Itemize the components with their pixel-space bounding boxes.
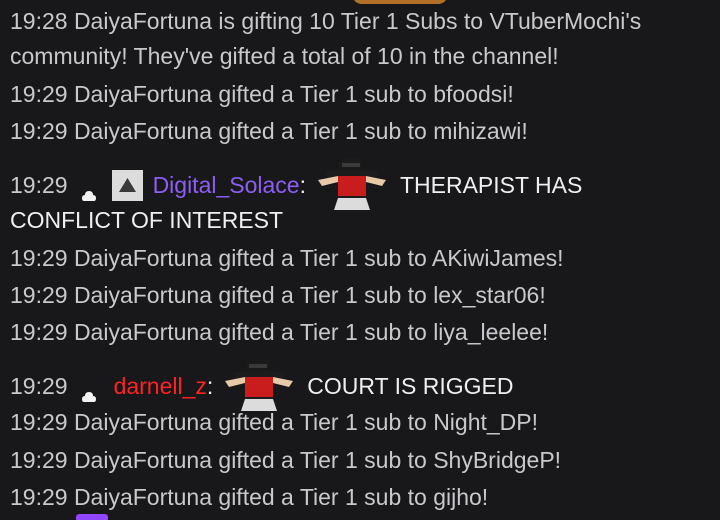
system-message: 19:29 DaiyaFortuna gifted a Tier 1 sub t… [10, 81, 514, 107]
username-digital-solace[interactable]: Digital_Solace [153, 172, 300, 198]
bits-badge-icon[interactable] [81, 180, 96, 201]
emote-icon[interactable] [312, 158, 392, 210]
chat-message: 19:29 darnell_z: COURT IS RIGGED [10, 359, 712, 414]
subscriber-badge-icon[interactable] [111, 169, 143, 201]
system-message: 19:29 DaiyaFortuna gifted a Tier 1 sub t… [10, 245, 564, 271]
timestamp: 19:29 [10, 373, 68, 400]
chat-log[interactable]: 19:28 DaiyaFortuna is gifting 10 Tier 1 … [0, 0, 720, 520]
system-message: 19:29 DaiyaFortuna gifted a Tier 1 sub t… [10, 118, 528, 144]
username-darnell-z[interactable]: darnell_z [114, 373, 207, 399]
message-text-continuation: CONFLICT OF INTEREST [10, 207, 284, 233]
badge-fragment [76, 514, 108, 520]
message-text: THERAPIST HAS [399, 172, 583, 199]
timestamp: 19:29 [10, 172, 68, 199]
colon: : [299, 172, 306, 199]
message-text: COURT IS RIGGED [307, 373, 514, 400]
system-message: 19:29 DaiyaFortuna gifted a Tier 1 sub t… [10, 319, 549, 345]
system-message: 19:29 DaiyaFortuna gifted a Tier 1 sub t… [10, 447, 562, 473]
emote-icon[interactable] [219, 359, 299, 411]
system-message: 19:29 DaiyaFortuna gifted a Tier 1 sub t… [10, 282, 546, 308]
bits-badge-icon[interactable] [81, 381, 96, 402]
system-message: 19:29 DaiyaFortuna gifted a Tier 1 sub t… [10, 484, 489, 510]
system-message: community! They've gifted a total of 10 … [10, 43, 559, 69]
system-message: 19:28 DaiyaFortuna is gifting 10 Tier 1 … [10, 8, 642, 34]
colon: : [206, 373, 214, 400]
system-message: 19:29 DaiyaFortuna gifted a Tier 1 sub t… [10, 409, 539, 435]
emote-fragment [352, 0, 448, 4]
